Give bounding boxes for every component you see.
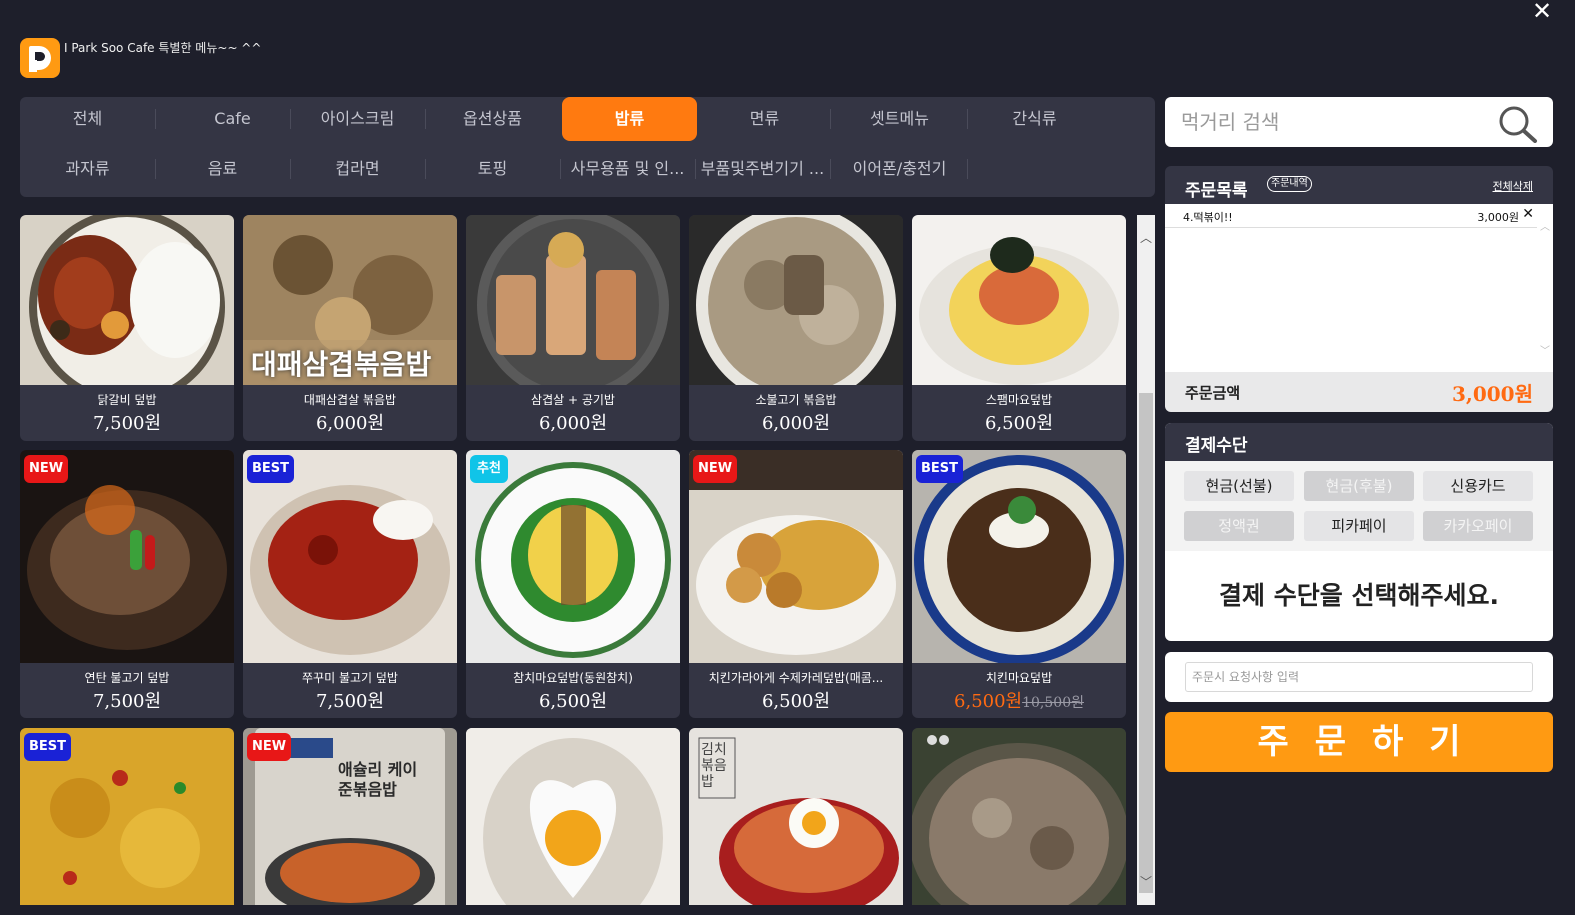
scrollbar-thumb[interactable] xyxy=(1139,393,1153,893)
best-badge: BEST xyxy=(247,455,295,483)
product-card[interactable]: 대패삼겹볶음밥 대패삼겹살 볶음밥 6,000원 xyxy=(243,215,457,441)
category-tab-rice[interactable]: 밥류 xyxy=(562,97,697,141)
pay-voucher-button: 정액권 xyxy=(1184,511,1294,541)
product-grid: 닭갈비 덮밥 7,500원 대패삼겹볶음밥 대패삼겹살 볶음밥 6,000원 삼… xyxy=(20,215,1130,905)
category-tab-drinks[interactable]: 음료 xyxy=(155,147,290,191)
product-card[interactable]: 스팸마요덮밥 6,500원 xyxy=(912,215,1126,441)
category-tab-earphones[interactable]: 이어폰/충전기 xyxy=(832,147,967,191)
product-image xyxy=(466,215,680,385)
product-image xyxy=(20,215,234,385)
product-card[interactable]: NEW 연탄 불고기 덮밥 7,500원 xyxy=(20,450,234,718)
category-tab-cup-ramen[interactable]: 컵라면 xyxy=(290,147,425,191)
category-tab-topping[interactable]: 토핑 xyxy=(425,147,560,191)
payment-message: 결제 수단을 선택해주세요. xyxy=(1219,581,1499,610)
product-image xyxy=(466,728,680,905)
remove-item-icon[interactable]: ✕ xyxy=(1522,206,1534,222)
category-tab-chips[interactable]: 과자류 xyxy=(20,147,155,191)
category-tab-options[interactable]: 옵션상품 xyxy=(425,97,560,141)
product-image: 대패삼겹볶음밥 xyxy=(243,215,457,385)
order-list: 4.떡볶이!! 3,000원 ✕ ︿ ﹀ xyxy=(1165,204,1553,372)
order-request-input[interactable] xyxy=(1185,662,1533,692)
category-tab-icecream[interactable]: 아이스크림 xyxy=(290,97,425,141)
app-title: I Park Soo Cafe 특별한 메뉴~~ ^^ xyxy=(64,41,262,55)
clear-all-button[interactable]: 전체삭제 xyxy=(1493,178,1533,194)
product-image: 김치볶음밥 xyxy=(689,728,903,905)
order-history-button[interactable]: 주문내역 xyxy=(1267,176,1312,192)
category-tab-peripherals[interactable]: 부품및주변기기 ... xyxy=(695,147,830,191)
payment-header: 결제수단 xyxy=(1165,423,1553,461)
product-card[interactable]: NEW 치킨가라아게 수제카레덮밥(매콤... 6,500원 xyxy=(689,450,903,718)
product-image xyxy=(912,215,1126,385)
product-card[interactable] xyxy=(912,728,1126,905)
search-input[interactable] xyxy=(1181,107,1491,137)
product-card[interactable] xyxy=(466,728,680,905)
payment-panel: 결제수단 현금(선불) 현금(후불) 신용카드 정액권 피카페이 카카오페이 결… xyxy=(1165,423,1553,641)
search-icon[interactable] xyxy=(1498,105,1538,147)
pay-cash-postpaid-button: 현금(후불) xyxy=(1304,471,1414,501)
pay-credit-card-button[interactable]: 신용카드 xyxy=(1423,471,1533,501)
product-card[interactable]: 추천 참치마요덮밥(동원참치) 6,500원 xyxy=(466,450,680,718)
payment-options: 현금(선불) 현금(후불) 신용카드 정액권 피카페이 카카오페이 xyxy=(1165,461,1553,551)
category-tab-noodles[interactable]: 면류 xyxy=(697,97,832,141)
total-label: 주문금액 xyxy=(1185,384,1241,402)
best-badge: BEST xyxy=(24,733,72,761)
product-card[interactable]: 닭갈비 덮밥 7,500원 xyxy=(20,215,234,441)
product-card[interactable]: BEST xyxy=(20,728,234,905)
order-list-title: 주문목록 xyxy=(1185,181,1248,201)
order-panel: 주문목록 주문내역 전체삭제 4.떡볶이!! 3,000원 ✕ ︿ ﹀ 주문금액… xyxy=(1165,166,1553,412)
category-tab-office-supplies[interactable]: 사무용품 및 인... xyxy=(560,147,695,191)
request-box xyxy=(1165,652,1553,702)
pay-picapay-button[interactable]: 피카페이 xyxy=(1304,511,1414,541)
search-box xyxy=(1165,97,1553,147)
order-list-scrollbar[interactable]: ︿ ﹀ xyxy=(1537,204,1553,372)
product-grid-scrollbar[interactable]: ︿ ﹀ xyxy=(1137,215,1155,905)
product-image xyxy=(689,215,903,385)
order-item[interactable]: 4.떡볶이!! 3,000원 ✕ xyxy=(1165,204,1537,228)
category-tab-cafe[interactable]: Cafe xyxy=(165,97,300,141)
scroll-down-icon[interactable]: ﹀ xyxy=(1137,873,1155,891)
category-tab-set-menu[interactable]: 셋트메뉴 xyxy=(832,97,967,141)
category-tab-snacks[interactable]: 간식류 xyxy=(967,97,1102,141)
new-badge: NEW xyxy=(693,455,738,483)
product-card[interactable]: 애슐리 케이준볶음밥 NEW xyxy=(243,728,457,905)
scroll-up-icon[interactable]: ︿ xyxy=(1137,229,1155,247)
product-card[interactable]: 소불고기 볶음밥 6,000원 xyxy=(689,215,903,441)
pay-kakaopay-button: 카카오페이 xyxy=(1423,511,1533,541)
product-card[interactable]: 삼겹살 + 공기밥 6,000원 xyxy=(466,215,680,441)
new-badge: NEW xyxy=(24,455,69,483)
order-total-bar: 주문금액 3,000원 xyxy=(1165,372,1553,412)
product-image xyxy=(912,728,1126,905)
product-card[interactable]: BEST 쭈꾸미 불고기 덮밥 7,500원 xyxy=(243,450,457,718)
product-card[interactable]: BEST 치킨마요덮밥 6,500원10,500원 xyxy=(912,450,1126,718)
product-card[interactable]: 김치볶음밥 xyxy=(689,728,903,905)
total-amount: 3,000원 xyxy=(1451,382,1533,406)
pay-cash-prepaid-button[interactable]: 현금(선불) xyxy=(1184,471,1294,501)
best-badge: BEST xyxy=(916,455,964,483)
app-logo xyxy=(20,38,60,78)
category-tab-all[interactable]: 전체 xyxy=(20,97,155,141)
category-panel: 전체 Cafe 아이스크림 옵션상품 밥류 면류 셋트메뉴 간식류 과자류 음료… xyxy=(20,97,1155,197)
place-order-button[interactable]: 주문하기 xyxy=(1165,712,1553,772)
discount-price: 6,500원10,500원 xyxy=(954,691,1084,712)
recommended-badge: 추천 xyxy=(470,455,508,483)
close-button[interactable]: ✕ xyxy=(1530,0,1554,24)
new-badge: NEW xyxy=(247,733,292,761)
